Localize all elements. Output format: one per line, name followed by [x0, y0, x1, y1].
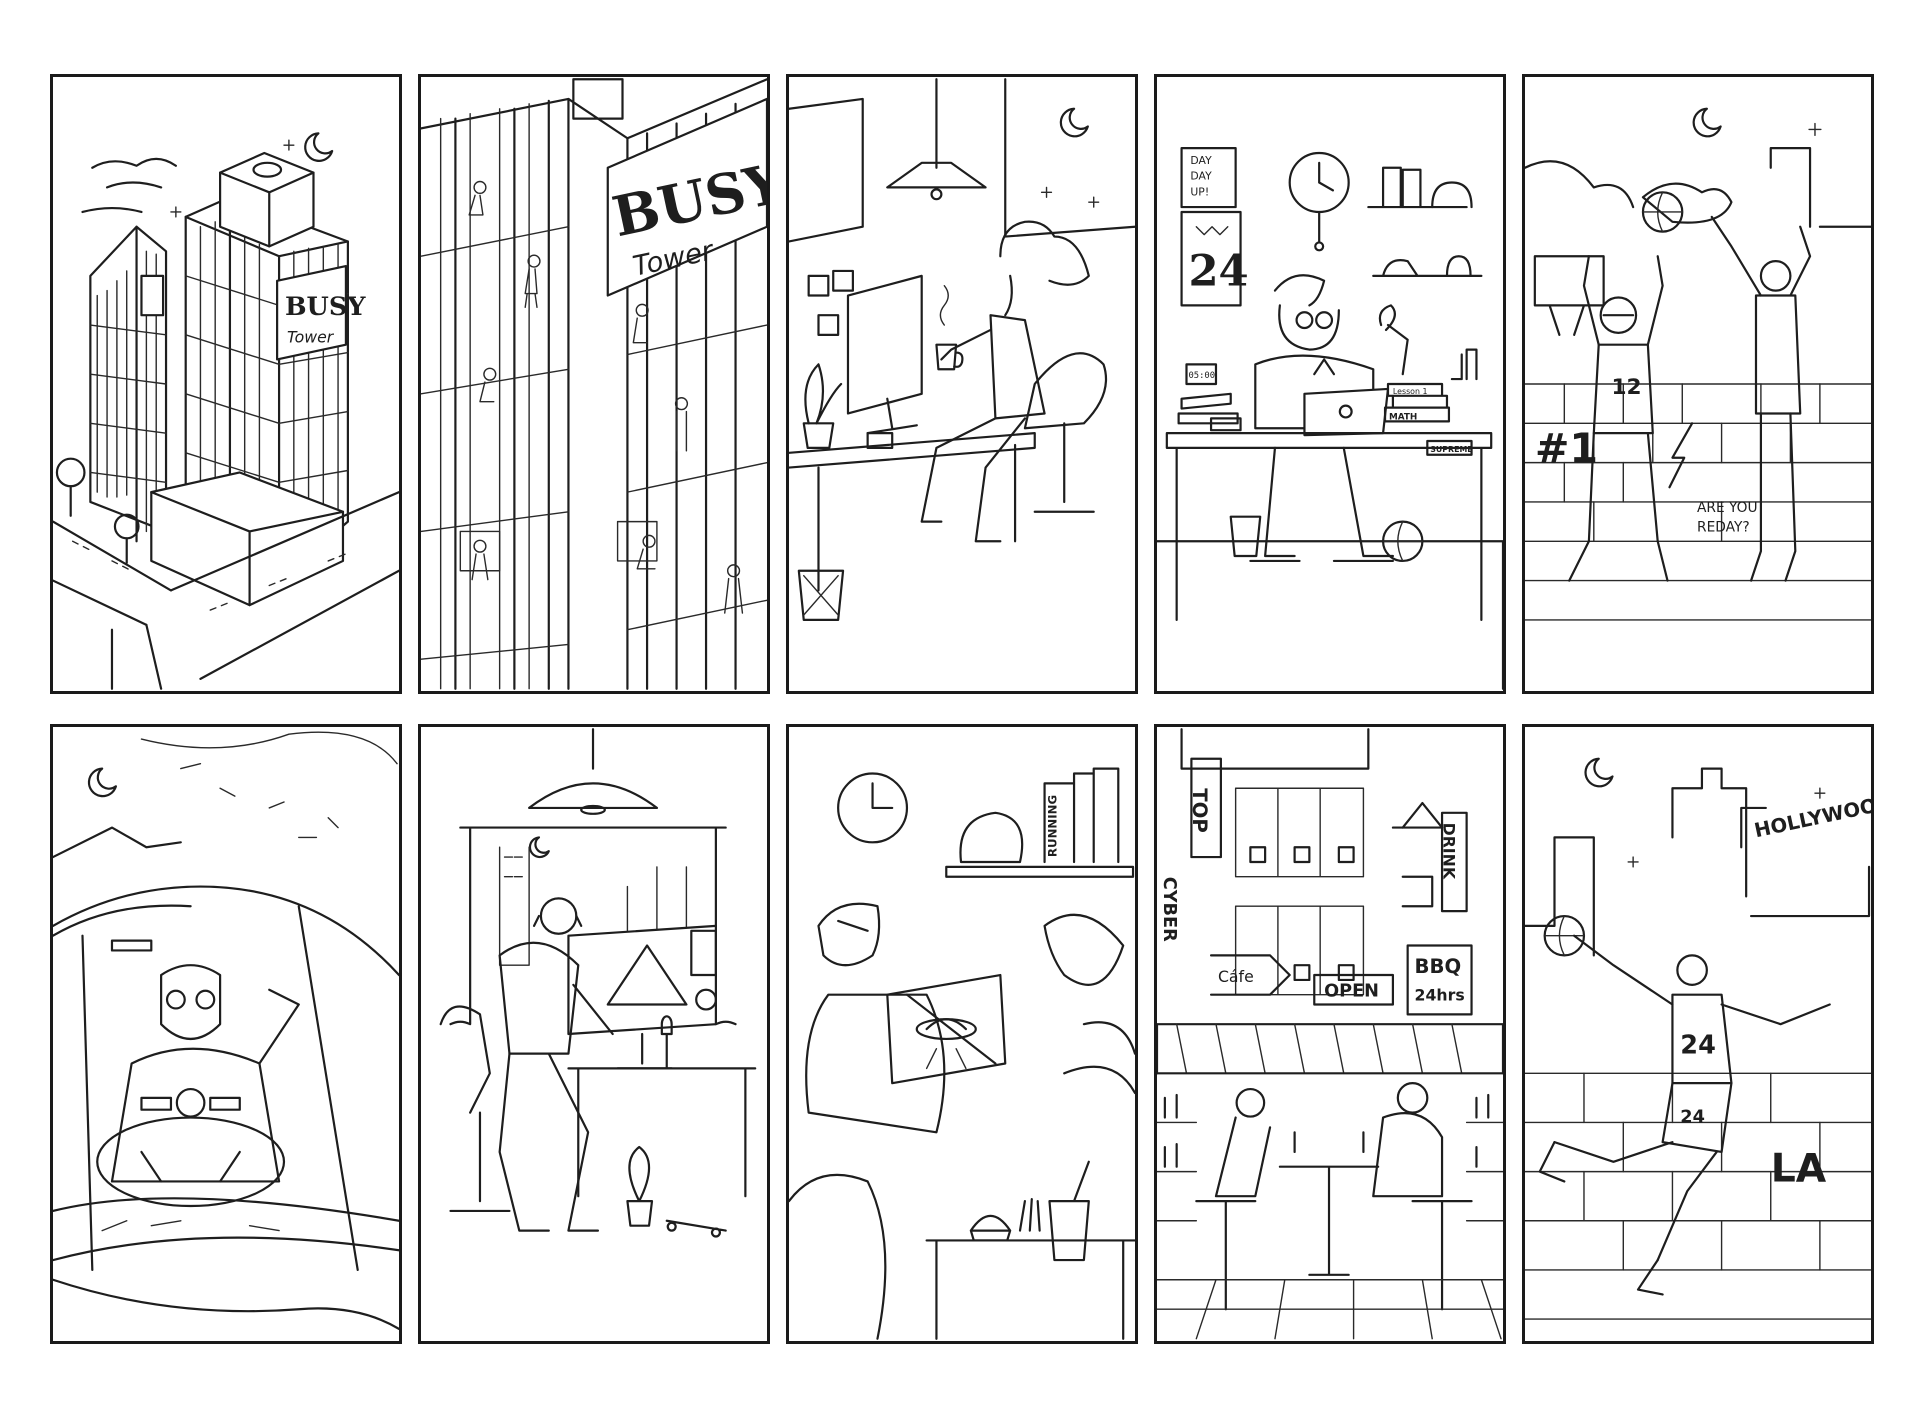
woman-computer-illustration [789, 77, 1135, 691]
tower-sign-tower: Tower [287, 328, 335, 347]
poster-line2: DAY [1190, 170, 1212, 183]
storyboard-sheet: BUSY Tower BUSY Tower DAY DAY UP! 24 05:… [0, 0, 1920, 1405]
sign-cyber: CYBER [1159, 877, 1179, 942]
book-running: RUNNING [1045, 795, 1059, 857]
dunk-shorts-number: 24 [1680, 1107, 1705, 1127]
designer-monitor-illustration [421, 727, 767, 1341]
tower-sign-busy: BUSY [285, 292, 366, 322]
driver-car-illustration [53, 727, 399, 1341]
la-dunk-illustration: HOLLYWOOD 24 24 LA [1525, 727, 1871, 1341]
book-lesson: Lesson 1 [1393, 387, 1428, 396]
sign-bbq: BBQ [1415, 955, 1462, 978]
book-math: MATH [1389, 412, 1417, 422]
sign-top: TOP [1188, 788, 1211, 833]
jersey-frame-number: 24 [1188, 246, 1248, 297]
tower-closeup-illustration: BUSY Tower [421, 77, 767, 691]
poster-line1: DAY [1190, 154, 1212, 167]
wall-question-line1: ARE YOU [1697, 500, 1758, 516]
panel-woman-at-computer [786, 74, 1138, 694]
sticker-supreme: SUPREME [1430, 445, 1472, 454]
hollywood-sign: HOLLYWOOD [1752, 791, 1871, 843]
sign-cafe: Cáfe [1218, 967, 1254, 986]
wall-tag: #1 [1535, 425, 1598, 473]
panel-basketball-court: #1 ARE YOU REDAY? 12 [1522, 74, 1874, 694]
player-jersey-number: 12 [1612, 375, 1642, 400]
panel-gamer-with-tablet: RUNNING [786, 724, 1138, 1344]
panel-driver-in-car [50, 724, 402, 1344]
panel-busy-tower-closeup: BUSY Tower [418, 74, 770, 694]
gamer-tablet-illustration: RUNNING [789, 727, 1135, 1341]
sign-hours: 24hrs [1415, 986, 1465, 1005]
desk-clock-display: 05:00 [1188, 371, 1215, 381]
sign-drink: DRINK [1439, 823, 1458, 880]
poster-line3: UP! [1190, 185, 1209, 198]
panel-busy-tower-exterior: BUSY Tower [50, 74, 402, 694]
street-cafe-illustration: TOP CYBER Cáfe DRINK OPEN BBQ 24hrs [1157, 727, 1503, 1341]
dunk-jersey-number: 24 [1680, 1031, 1716, 1061]
la-logo: LA [1771, 1146, 1827, 1191]
panel-los-angeles-dunk: HOLLYWOOD 24 24 LA [1522, 724, 1874, 1344]
panel-student-at-desk: DAY DAY UP! 24 05:00 Lesson 1 MATH SUPRE… [1154, 74, 1506, 694]
panel-designer-at-monitor [418, 724, 770, 1344]
sign-open: OPEN [1324, 982, 1379, 1002]
basketball-court-illustration: #1 ARE YOU REDAY? 12 [1525, 77, 1871, 691]
panel-street-cafe: TOP CYBER Cáfe DRINK OPEN BBQ 24hrs [1154, 724, 1506, 1344]
student-desk-illustration: DAY DAY UP! 24 05:00 Lesson 1 MATH SUPRE… [1157, 77, 1503, 691]
busy-tower-illustration: BUSY Tower [53, 77, 399, 691]
wall-question-line2: REDAY? [1697, 519, 1750, 535]
